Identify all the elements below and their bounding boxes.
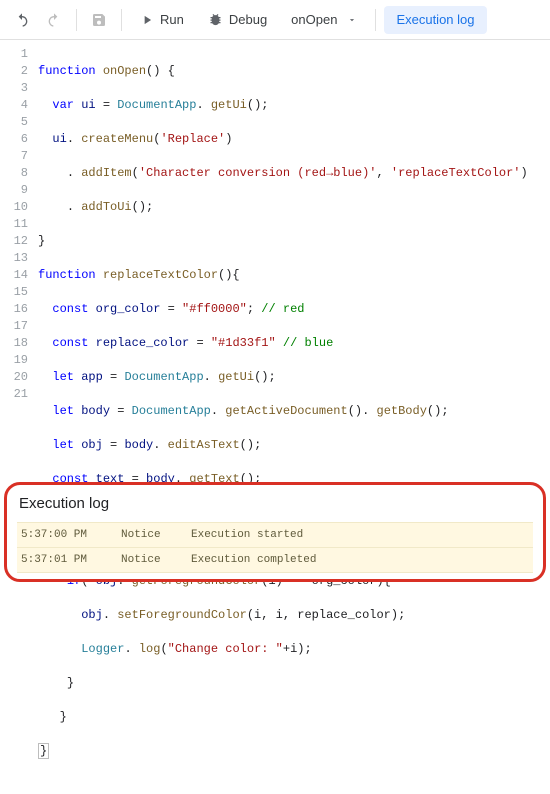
code-line: let app = DocumentApp. getUi();: [38, 369, 542, 386]
undo-button[interactable]: [8, 6, 36, 34]
code-line: obj. setForegroundColor(i, i, replace_co…: [38, 607, 542, 624]
run-button[interactable]: Run: [130, 6, 194, 34]
log-level: Notice: [121, 529, 169, 541]
line-number: 10: [0, 199, 28, 216]
line-number: 5: [0, 114, 28, 131]
code-line: . addToUi();: [38, 199, 542, 216]
code-line: }: [38, 743, 542, 760]
line-number: 12: [0, 233, 28, 250]
line-number: 16: [0, 301, 28, 318]
line-number: 19: [0, 352, 28, 369]
code-line: function replaceTextColor(){: [38, 267, 542, 284]
line-number: 4: [0, 97, 28, 114]
toolbar: Run Debug onOpen Execution log: [0, 0, 550, 40]
execution-log-label: Execution log: [396, 12, 474, 27]
code-line: ui. createMenu('Replace'): [38, 131, 542, 148]
log-row: 5:37:00 PM Notice Execution started: [17, 522, 533, 547]
line-number: 13: [0, 250, 28, 267]
toolbar-separator: [76, 9, 77, 31]
code-line: var ui = DocumentApp. getUi();: [38, 97, 542, 114]
code-line: let body = DocumentApp. getActiveDocumen…: [38, 403, 542, 420]
line-number: 20: [0, 369, 28, 386]
redo-button[interactable]: [40, 6, 68, 34]
line-number: 9: [0, 182, 28, 199]
code-editor[interactable]: 1 2 3 4 5 6 7 8 9 10 11 12 13 14 15 16 1…: [0, 40, 550, 794]
code-line: const replace_color = "#1d33f1" // blue: [38, 335, 542, 352]
log-message: Execution started: [191, 529, 303, 541]
code-line: . addItem('Character conversion (red→blu…: [38, 165, 542, 182]
function-dropdown[interactable]: onOpen: [281, 6, 367, 34]
chevron-down-icon: [347, 15, 357, 25]
line-number: 6: [0, 131, 28, 148]
code-line: const org_color = "#ff0000"; // red: [38, 301, 542, 318]
execution-log-button[interactable]: Execution log: [384, 6, 486, 34]
log-time: 5:37:01 PM: [21, 554, 99, 566]
play-icon: [140, 13, 154, 27]
line-number: 21: [0, 386, 28, 403]
line-number: 15: [0, 284, 28, 301]
log-time: 5:37:00 PM: [21, 529, 99, 541]
code-line: let obj = body. editAsText();: [38, 437, 542, 454]
save-icon: [91, 12, 107, 28]
line-number: 17: [0, 318, 28, 335]
bug-icon: [208, 12, 223, 27]
line-number: 11: [0, 216, 28, 233]
line-number: 8: [0, 165, 28, 182]
debug-button[interactable]: Debug: [198, 6, 277, 34]
code-line: }: [38, 675, 542, 692]
line-gutter: 1 2 3 4 5 6 7 8 9 10 11 12 13 14 15 16 1…: [0, 46, 38, 794]
log-row: 5:37:01 PM Notice Execution completed: [17, 547, 533, 573]
debug-label: Debug: [229, 12, 267, 27]
line-number: 2: [0, 63, 28, 80]
toolbar-separator: [375, 9, 376, 31]
save-button[interactable]: [85, 6, 113, 34]
code-line: }: [38, 233, 542, 250]
undo-icon: [14, 12, 30, 28]
toolbar-separator: [121, 9, 122, 31]
line-number: 7: [0, 148, 28, 165]
run-label: Run: [160, 12, 184, 27]
code-line: }: [38, 709, 542, 726]
code-area[interactable]: function onOpen() { var ui = DocumentApp…: [38, 46, 550, 794]
code-line: function onOpen() {: [38, 63, 542, 80]
log-message: Execution completed: [191, 554, 316, 566]
execution-log-panel: Execution log 5:37:00 PM Notice Executio…: [4, 482, 546, 582]
line-number: 18: [0, 335, 28, 352]
execution-log-title: Execution log: [17, 493, 533, 522]
function-selected: onOpen: [291, 12, 337, 27]
log-level: Notice: [121, 554, 169, 566]
redo-icon: [46, 12, 62, 28]
line-number: 14: [0, 267, 28, 284]
line-number: 3: [0, 80, 28, 97]
line-number: 1: [0, 46, 28, 63]
code-line: Logger. log("Change color: "+i);: [38, 641, 542, 658]
